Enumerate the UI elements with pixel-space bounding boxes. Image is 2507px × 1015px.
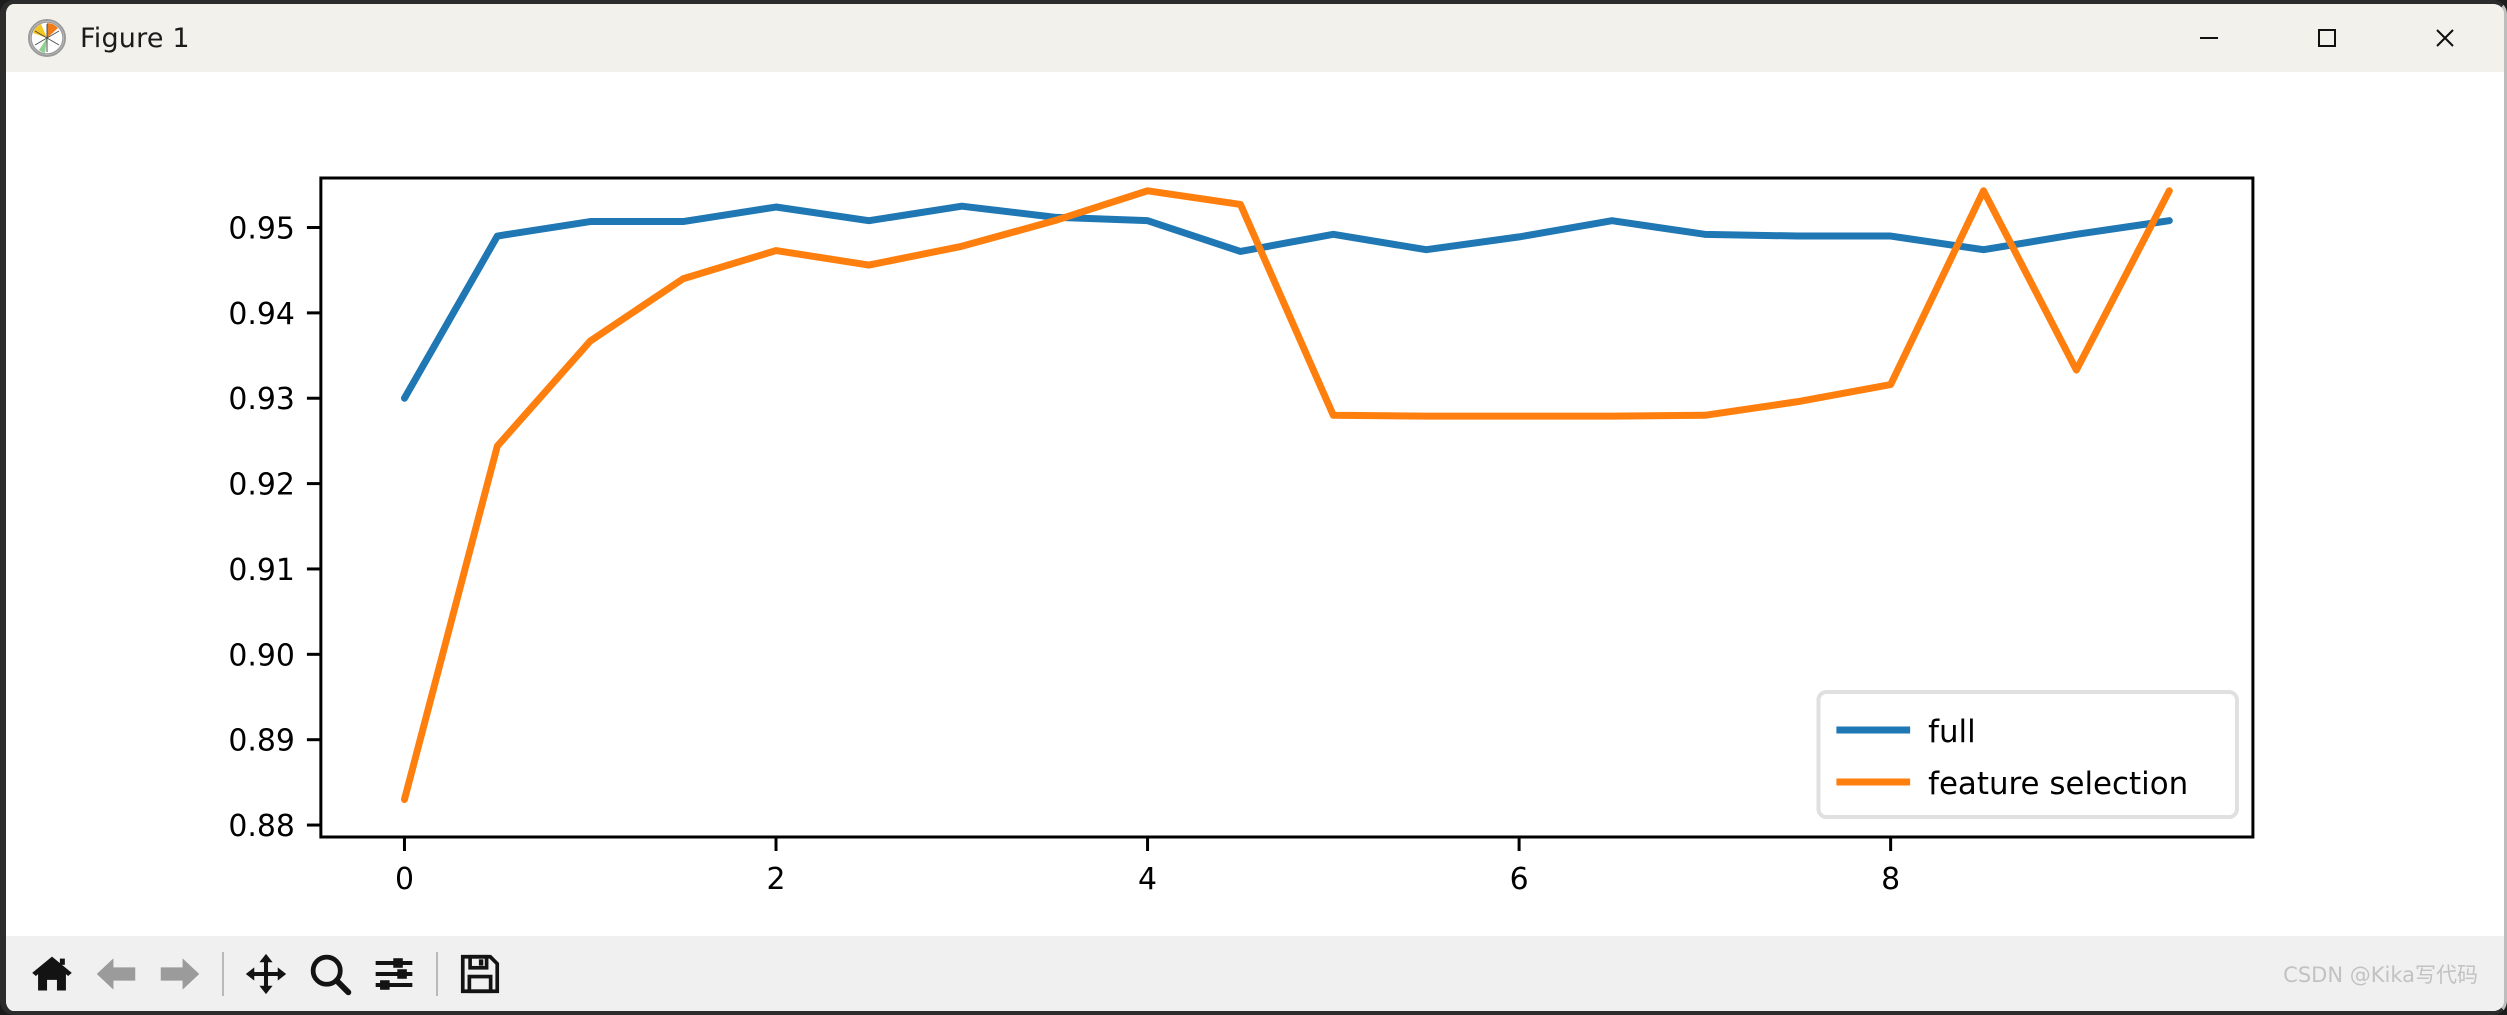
zoom-button[interactable] (298, 943, 362, 1005)
minimize-button[interactable] (2150, 4, 2268, 72)
y-tick-label: 0.94 (228, 297, 295, 332)
legend-label: feature selection (1928, 766, 2188, 802)
back-button[interactable] (84, 943, 148, 1005)
arrow-right-icon (160, 957, 200, 990)
configure-subplots-button[interactable] (362, 943, 426, 1005)
window-titlebar: Figure 1 (6, 4, 2504, 72)
figure-canvas[interactable]: 0.88 0.89 0.90 0.91 0.92 0.93 0.94 0.95 0 2 4 6 8 f… (6, 72, 2504, 944)
maximize-icon (2318, 29, 2336, 47)
y-tick-label: 0.91 (228, 553, 295, 588)
x-tick-label: 2 (766, 862, 785, 897)
y-tick-label: 0.88 (228, 809, 295, 844)
close-icon (2436, 29, 2454, 47)
x-tick-marks (402, 837, 1893, 851)
toolbar-separator-2 (436, 951, 438, 996)
x-tick-label: 0 (395, 862, 414, 897)
maximize-button[interactable] (2268, 4, 2386, 72)
y-tick-labels: 0.88 0.89 0.90 0.91 0.92 0.93 0.94 0.95 (228, 211, 295, 844)
arrow-left-icon (96, 957, 136, 990)
figure-window: Figure 1 0.88 0.89 0.90 0.91 0.92 0.93 0… (0, 0, 2507, 1015)
forward-button[interactable] (148, 943, 212, 1005)
y-tick-label: 0.92 (228, 468, 295, 503)
y-tick-marks (306, 226, 321, 827)
close-button[interactable] (2386, 4, 2504, 72)
home-button[interactable] (20, 943, 84, 1005)
legend-label: full (1928, 714, 1976, 750)
csdn-watermark: CSDN @Kika写代码 (2283, 962, 2478, 987)
pan-button[interactable] (234, 943, 298, 1005)
line-chart[interactable]: 0.88 0.89 0.90 0.91 0.92 0.93 0.94 0.95 0 2 4 6 8 f… (6, 72, 2504, 944)
window-controls (2150, 4, 2504, 72)
y-tick-label: 0.89 (228, 724, 295, 759)
matplotlib-logo-icon (28, 19, 66, 57)
sliders-icon (375, 957, 413, 990)
home-icon (32, 956, 72, 990)
y-tick-label: 0.95 (228, 211, 295, 246)
magnifier-icon (310, 954, 352, 995)
navigation-toolbar: CSDN @Kika写代码 (6, 936, 2504, 1011)
x-tick-label: 4 (1138, 862, 1157, 897)
y-tick-label: 0.90 (228, 638, 295, 673)
chart-legend: full feature selection (1816, 690, 2239, 819)
floppy-disk-icon (460, 954, 500, 993)
toolbar-separator-1 (222, 951, 224, 996)
titlebar-left: Figure 1 (6, 19, 190, 57)
window-title: Figure 1 (80, 22, 190, 54)
move-arrows-icon (245, 953, 287, 994)
x-tick-label: 6 (1510, 862, 1529, 897)
save-button[interactable] (448, 943, 512, 1005)
x-tick-label: 8 (1881, 862, 1900, 897)
y-tick-label: 0.93 (228, 382, 295, 417)
minimize-icon (2200, 37, 2218, 39)
x-tick-labels: 0 2 4 6 8 (395, 862, 1900, 897)
